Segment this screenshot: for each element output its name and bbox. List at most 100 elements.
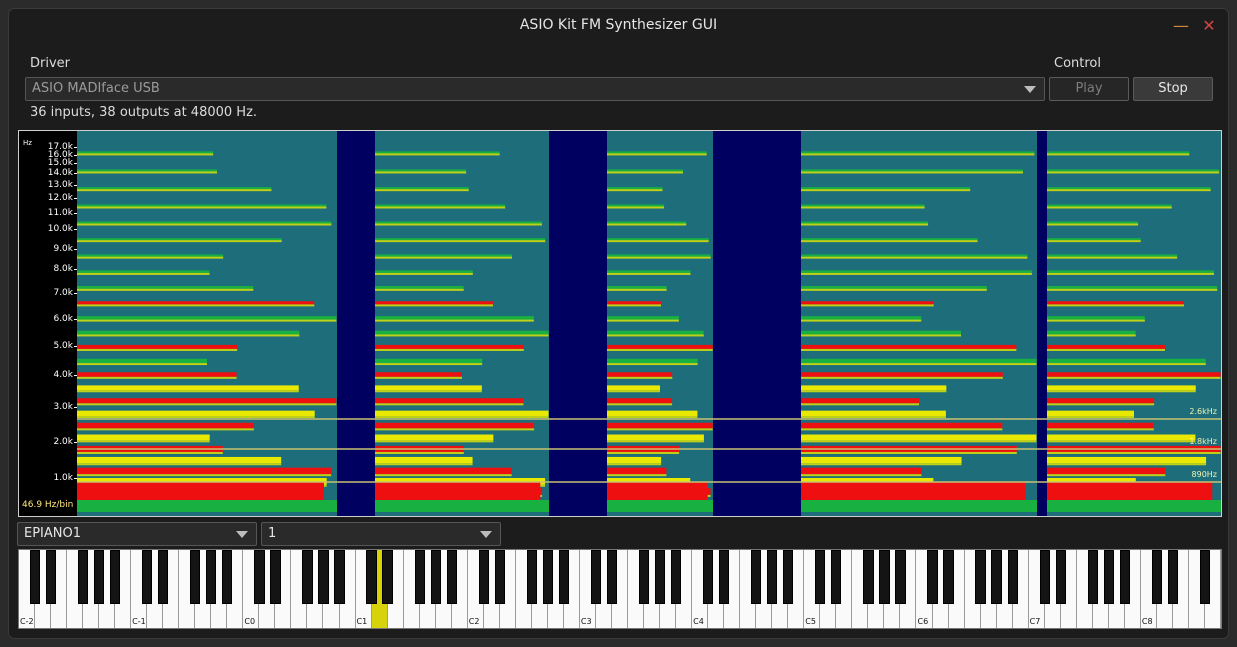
piano-black-key[interactable]	[654, 550, 666, 604]
harmonic-edge	[801, 256, 1028, 259]
harmonic-edge	[375, 304, 493, 307]
piano-black-key[interactable]	[1055, 550, 1066, 604]
freq-tick: 15.0k	[47, 158, 78, 168]
channel-select[interactable]: 1	[261, 522, 501, 546]
harmonic-edge	[607, 256, 711, 259]
harmonic-edge	[77, 334, 300, 337]
harmonic-band	[607, 254, 711, 257]
harmonic-edge	[1047, 363, 1206, 366]
harmonic-edge	[375, 223, 542, 226]
harmonic-band	[77, 456, 282, 464]
harmonic-edge	[607, 304, 662, 307]
harmonic-band	[375, 456, 473, 464]
piano-black-key[interactable]	[542, 550, 553, 604]
piano-black-key[interactable]	[45, 550, 57, 604]
close-icon[interactable]: ✕	[1198, 15, 1220, 37]
harmonic-band	[77, 221, 332, 224]
piano-keyboard[interactable]: C-2 C-1 C0 C1 C2 C3 C4 C5 C6 C7 C8	[18, 549, 1222, 629]
harmonic-edge	[1047, 240, 1141, 243]
piano-black-key[interactable]	[767, 550, 778, 604]
piano-black-key[interactable]	[94, 550, 105, 604]
harmonic-band	[607, 221, 687, 224]
piano-black-key[interactable]	[991, 550, 1002, 604]
piano-black-key[interactable]	[414, 550, 425, 604]
piano-black-key[interactable]	[318, 550, 329, 604]
piano-black-key[interactable]	[430, 550, 441, 604]
harmonic-band	[607, 204, 665, 207]
piano-black-key[interactable]	[863, 550, 874, 604]
harmonic-band	[77, 467, 332, 475]
piano-black-key[interactable]	[895, 550, 906, 604]
piano-black-key[interactable]	[558, 550, 570, 604]
piano-black-key[interactable]	[142, 550, 153, 604]
piano-black-key[interactable]	[815, 550, 826, 604]
piano-black-key[interactable]	[831, 550, 842, 604]
harmonic-band	[77, 410, 315, 417]
piano-black-key[interactable]	[590, 550, 602, 604]
piano-black-key[interactable]	[606, 550, 618, 604]
piano-black-key[interactable]	[270, 550, 281, 604]
piano-black-key[interactable]	[222, 550, 233, 604]
piano-black-key[interactable]	[190, 550, 201, 604]
piano-black-key[interactable]	[638, 550, 650, 604]
piano-black-key[interactable]	[1007, 550, 1018, 604]
piano-black-key[interactable]	[110, 550, 121, 604]
harmonic-edge	[801, 272, 1032, 275]
harmonic-band	[77, 316, 337, 320]
harmonic-edge	[375, 363, 483, 366]
piano-black-key[interactable]	[1039, 550, 1050, 604]
harmonic-band	[801, 330, 962, 335]
piano-black-key[interactable]	[927, 550, 938, 604]
piano-black-key[interactable]	[943, 550, 954, 604]
harmonic-edge	[607, 153, 707, 156]
harmonic-edge	[1047, 416, 1135, 419]
piano-black-key[interactable]	[478, 550, 489, 604]
harmonic-band	[77, 270, 210, 273]
piano-black-key[interactable]	[1119, 550, 1130, 604]
harmonic-band	[77, 169, 217, 172]
spectrogram-view[interactable]: Hz 46.9 Hz/bin 17.0k 16.0k 15.0k 14.0k 13.0k…	[18, 130, 1222, 517]
spectrogram-plot[interactable]: 2.6kHz 1.8kHz 890Hz	[77, 131, 1221, 516]
piano-black-key[interactable]	[783, 550, 794, 604]
piano-black-key[interactable]	[1151, 550, 1162, 604]
play-button[interactable]: Play	[1049, 77, 1129, 101]
piano-black-key[interactable]	[975, 550, 986, 604]
piano-black-key[interactable]	[703, 550, 714, 604]
harmonic-band	[1047, 398, 1155, 404]
piano-black-key[interactable]	[77, 550, 89, 604]
piano-black-key[interactable]	[670, 550, 682, 604]
piano-black-key[interactable]	[302, 550, 313, 604]
harmonic-band	[607, 301, 662, 305]
piano-black-key[interactable]	[254, 550, 265, 604]
piano-black-key[interactable]	[1167, 550, 1179, 604]
piano-black-key[interactable]	[494, 550, 505, 604]
harmonic-edge	[375, 376, 463, 379]
harmonic-band	[1047, 344, 1165, 349]
harmonic-edge	[1047, 189, 1211, 192]
piano-black-key[interactable]	[1087, 550, 1098, 604]
piano-black-key[interactable]	[719, 550, 730, 604]
piano-black-key[interactable]	[158, 550, 169, 604]
piano-black-key[interactable]	[334, 550, 345, 604]
harmonic-edge	[375, 256, 513, 259]
driver-select[interactable]: ASIO MADIface USB	[25, 77, 1045, 101]
harmonic-edge	[801, 428, 1003, 431]
piano-black-key[interactable]	[206, 550, 217, 604]
patch-select[interactable]: EPIANO1	[17, 522, 257, 546]
harmonic-edge	[1047, 463, 1207, 466]
piano-black-key[interactable]	[751, 550, 762, 604]
piano-black-key[interactable]	[446, 550, 457, 604]
harmonic-band	[1047, 456, 1207, 464]
piano-black-key[interactable]	[1103, 550, 1114, 604]
stop-button[interactable]: Stop	[1133, 77, 1213, 101]
piano-black-key[interactable]	[366, 550, 377, 604]
piano-black-key[interactable]	[382, 550, 393, 604]
control-label: Control	[1054, 56, 1101, 71]
harmonic-band	[801, 204, 925, 207]
piano-black-key[interactable]	[526, 550, 537, 604]
piano-black-key[interactable]	[29, 550, 41, 604]
harmonic-band	[607, 398, 673, 404]
piano-black-key[interactable]	[879, 550, 890, 604]
minimize-icon[interactable]: —	[1170, 15, 1192, 37]
piano-black-key[interactable]	[1199, 550, 1211, 604]
